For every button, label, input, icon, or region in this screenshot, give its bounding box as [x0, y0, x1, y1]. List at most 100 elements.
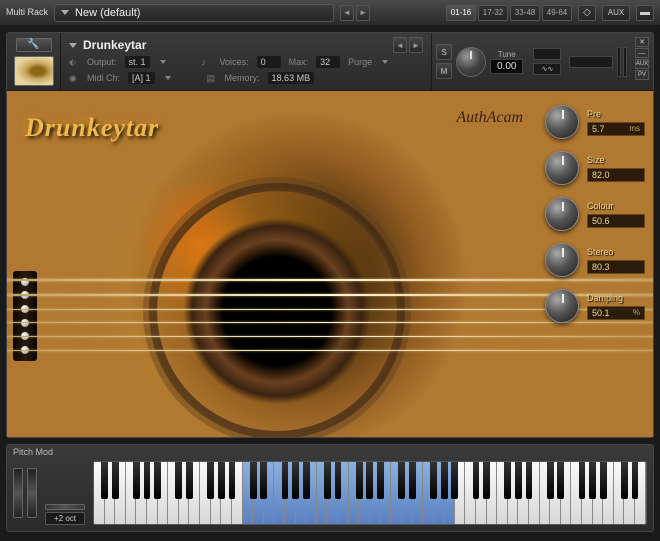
min-button[interactable]: —	[635, 48, 649, 58]
black-key[interactable]	[112, 462, 119, 499]
black-key[interactable]	[451, 462, 458, 499]
pitch-wheel[interactable]	[13, 468, 23, 518]
damping-value[interactable]: 50.1%	[587, 306, 645, 320]
virtual-keyboard[interactable]	[93, 461, 647, 525]
stereo-value[interactable]: 80.3	[587, 260, 645, 274]
black-key[interactable]	[430, 462, 437, 499]
black-key[interactable]	[600, 462, 607, 499]
pre-value[interactable]: 5.7ms	[587, 122, 645, 136]
black-key[interactable]	[335, 462, 342, 499]
black-key[interactable]	[207, 462, 214, 499]
octave-scrollbar[interactable]	[45, 504, 85, 510]
tune-knob[interactable]	[456, 47, 486, 77]
midi-value[interactable]: [A] 1	[128, 72, 155, 84]
voices-value: 0	[257, 56, 281, 68]
tune-value[interactable]: 0.00	[490, 59, 523, 74]
black-key[interactable]	[229, 462, 236, 499]
level-meters	[617, 47, 627, 77]
size-knob-row: Size 82.0	[545, 151, 645, 185]
damping-knob[interactable]	[545, 289, 579, 323]
pre-label: Pre	[587, 109, 645, 119]
close-button[interactable]: ✕	[635, 37, 649, 47]
black-key[interactable]	[377, 462, 384, 499]
black-key[interactable]	[632, 462, 639, 499]
pan-slider[interactable]	[533, 48, 561, 60]
black-key[interactable]	[144, 462, 151, 499]
octave-label[interactable]: +2 oct	[45, 512, 85, 525]
black-key[interactable]	[260, 462, 267, 499]
damping-label: Damping	[587, 293, 645, 303]
multi-rack-label: Multi Rack	[6, 8, 48, 17]
pre-knob-row: Pre 5.7ms	[545, 105, 645, 139]
waveform-icon[interactable]: ∿∿	[533, 63, 561, 75]
stereo-knob[interactable]	[545, 243, 579, 277]
memory-value: 18.63 MB	[268, 72, 315, 84]
next-instrument-button[interactable]: ►	[409, 37, 423, 53]
memory-icon: ▤	[207, 73, 217, 84]
black-key[interactable]	[589, 462, 596, 499]
damping-knob-row: Damping 50.1%	[545, 289, 645, 323]
black-key[interactable]	[366, 462, 373, 499]
page-01-16[interactable]: 01-16	[446, 5, 476, 21]
output-value[interactable]: st. 1	[125, 56, 150, 68]
preset-dropdown[interactable]: New (default)	[54, 4, 334, 22]
black-key[interactable]	[515, 462, 522, 499]
black-key[interactable]	[282, 462, 289, 499]
black-key[interactable]	[133, 462, 140, 499]
page-17-32[interactable]: 17-32	[478, 5, 508, 21]
purge-label[interactable]: Purge	[348, 57, 372, 67]
aux-button[interactable]: AUX	[602, 5, 630, 21]
prev-preset-button[interactable]: ◄	[340, 5, 354, 21]
minimize-icon[interactable]: ▬	[636, 5, 654, 21]
black-key[interactable]	[154, 462, 161, 499]
instrument-thumbnail[interactable]	[14, 56, 54, 86]
aux-tiny-button[interactable]: AUX	[635, 59, 649, 69]
black-key[interactable]	[101, 462, 108, 499]
page-33-48[interactable]: 33-48	[510, 5, 540, 21]
black-key[interactable]	[218, 462, 225, 499]
volume-slider[interactable]	[569, 56, 613, 68]
pv-button[interactable]: PV	[635, 70, 649, 80]
mute-button[interactable]: M	[436, 63, 452, 79]
black-key[interactable]	[547, 462, 554, 499]
next-preset-button[interactable]: ►	[356, 5, 370, 21]
black-key[interactable]	[473, 462, 480, 499]
black-key[interactable]	[557, 462, 564, 499]
instrument-name[interactable]: Drunkeytar	[83, 38, 387, 52]
collapse-icon[interactable]: ◇	[578, 5, 596, 21]
logo-text: Drunkeytar	[25, 113, 159, 143]
black-key[interactable]	[504, 462, 511, 499]
max-value[interactable]: 32	[316, 56, 340, 68]
black-key[interactable]	[324, 462, 331, 499]
colour-value[interactable]: 50.6	[587, 214, 645, 228]
voices-label: Voices:	[220, 57, 249, 67]
size-knob[interactable]	[545, 151, 579, 185]
prev-instrument-button[interactable]: ◄	[393, 37, 407, 53]
black-key[interactable]	[250, 462, 257, 499]
size-value[interactable]: 82.0	[587, 168, 645, 182]
black-key[interactable]	[356, 462, 363, 499]
pre-knob[interactable]	[545, 105, 579, 139]
black-key[interactable]	[186, 462, 193, 499]
top-bar: Multi Rack New (default) ◄ ► 01-16 17-32…	[0, 0, 660, 26]
page-49-64[interactable]: 49-64	[542, 5, 572, 21]
colour-knob[interactable]	[545, 197, 579, 231]
size-label: Size	[587, 155, 645, 165]
black-key[interactable]	[621, 462, 628, 499]
black-key[interactable]	[303, 462, 310, 499]
wrench-button[interactable]: 🔧	[16, 38, 52, 52]
keyboard-area: Pitch Mod +2 oct	[6, 444, 654, 532]
black-key[interactable]	[483, 462, 490, 499]
memory-label: Memory:	[225, 73, 260, 83]
black-key[interactable]	[398, 462, 405, 499]
mod-wheel[interactable]	[27, 468, 37, 518]
page-buttons: 01-16 17-32 33-48 49-64	[446, 5, 572, 21]
black-key[interactable]	[441, 462, 448, 499]
black-key[interactable]	[579, 462, 586, 499]
black-key[interactable]	[526, 462, 533, 499]
black-key[interactable]	[292, 462, 299, 499]
black-key[interactable]	[409, 462, 416, 499]
chevron-down-icon	[69, 43, 77, 48]
black-key[interactable]	[175, 462, 182, 499]
solo-button[interactable]: S	[436, 44, 452, 60]
